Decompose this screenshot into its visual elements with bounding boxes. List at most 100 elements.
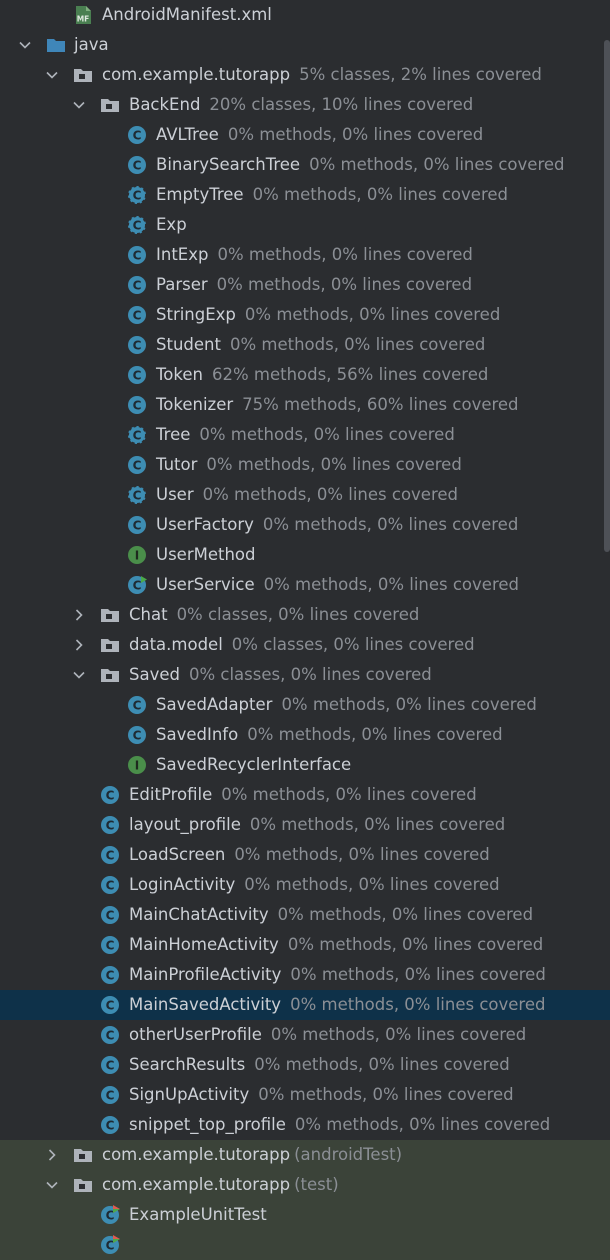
tree-node[interactable]: MF AndroidManifest.xml [0,0,610,30]
chevron-down-icon[interactable] [44,67,60,83]
coverage-stat: 20% classes, 10% lines covered [209,95,474,114]
tree-folder-node[interactable]: Chat 0% classes, 0% lines covered [0,600,610,630]
tree-node[interactable]: C MainChatActivity 0% methods, 0% lines co… [0,900,610,930]
coverage-stat: 0% methods, 0% lines covered [254,1055,510,1074]
node-name: Student [156,335,221,354]
coverage-stat: 5% classes, 2% lines covered [299,65,542,84]
coverage-stat: 0% methods, 0% lines covered [287,935,544,954]
tree-node[interactable]: C SavedInfo 0% methods, 0% lines covered [0,720,610,750]
tree-node[interactable]: C AVLTree 0% methods, 0% lines covered [0,120,610,150]
tree-node-label: Tutor 0% methods, 0% lines covered [156,455,462,475]
tree-folder-node[interactable]: data.model 0% classes, 0% lines covered [0,630,610,660]
package-icon [100,605,120,625]
tree-node[interactable]: I UserMethod [0,540,610,570]
tree-node[interactable]: C Exp [0,210,610,240]
tree-node-label: AndroidManifest.xml [102,5,272,25]
tree-node[interactable]: C EmptyTree 0% methods, 0% lines covered [0,180,610,210]
tree-node[interactable]: C LoginActivity 0% methods, 0% lines cover… [0,870,610,900]
tree-node[interactable]: C MainProfileActivity 0% methods, 0% lines… [0,960,610,990]
tree-node[interactable]: C Tutor 0% methods, 0% lines covered [0,450,610,480]
tree-node-label: MainSavedActivity 0% methods, 0% lines co… [129,995,545,1015]
svg-text:C: C [106,999,115,1013]
tree-node-label: User 0% methods, 0% lines covered [156,485,458,505]
coverage-stat: 0% methods, 0% lines covered [290,995,546,1014]
svg-text:C: C [106,1119,115,1133]
chevron-right-icon[interactable] [44,1147,60,1163]
chevron-down-icon[interactable] [71,97,87,113]
chevron-right-icon[interactable] [71,607,87,623]
node-name: otherUserProfile [129,1025,262,1044]
tree-node[interactable]: C SignUpActivity 0% methods, 0% lines cove… [0,1080,610,1110]
tree-node[interactable]: C LoadScreen 0% methods, 0% lines covered [0,840,610,870]
chevron-down-icon[interactable] [71,667,87,683]
tree-node[interactable]: Clayout_profile 0% methods, 0% lines cove… [0,810,610,840]
tree-node[interactable]: C Parser 0% methods, 0% lines covered [0,270,610,300]
coverage-stat: 62% methods, 56% lines covered [211,365,489,384]
tree-folder-node[interactable]: com.example.tutorapp (androidTest) [0,1140,610,1170]
tree-node-label: EmptyTree 0% methods, 0% lines covered [156,185,508,205]
node-name: SavedInfo [156,725,239,744]
tree-node[interactable]: I SavedRecyclerInterface [0,750,610,780]
class-icon: C [100,785,120,805]
coverage-stat: 0% methods, 0% lines covered [277,905,534,924]
tree-node-label: java [74,35,109,55]
tree-node[interactable]: C IntExp 0% methods, 0% lines covered [0,240,610,270]
node-name: com.example.tutorapp [102,65,291,84]
class-icon: C [100,965,120,985]
chevron-down-icon[interactable] [44,1177,60,1193]
tree-folder-node[interactable]: BackEnd 20% classes, 10% lines covered [0,90,610,120]
svg-text:C: C [133,579,142,593]
interface-icon: I [127,755,147,775]
class-icon: C [100,815,120,835]
node-name: Tutor [156,455,198,474]
svg-text:C: C [133,159,142,173]
tree-node[interactable]: C MainSavedActivity 0% methods, 0% lines c… [0,990,610,1020]
package-icon [73,65,93,85]
source-set-label: (test) [294,1175,339,1194]
tree-node[interactable]: C Student 0% methods, 0% lines covered [0,330,610,360]
chevron-down-icon[interactable] [17,37,33,53]
tree-folder-node[interactable]: com.example.tutorapp (test) [0,1170,610,1200]
svg-text:C: C [133,399,142,413]
tree-node[interactable]: C MainHomeActivity 0% methods, 0% lines co… [0,930,610,960]
node-name: data.model [129,635,223,654]
node-name: BackEnd [129,95,201,114]
svg-text:C: C [133,189,142,203]
tree-node[interactable]: C BinarySearchTree 0% methods, 0% lines co… [0,150,610,180]
svg-text:C: C [133,129,142,143]
tree-node[interactable]: C SearchResults 0% methods, 0% lines cover… [0,1050,610,1080]
coverage-stat: 0% methods, 0% lines covered [258,1085,514,1104]
svg-text:C: C [106,1059,115,1073]
coverage-stat: 0% methods, 0% lines covered [229,335,486,354]
chevron-right-icon[interactable] [71,637,87,653]
tree-node-label: data.model 0% classes, 0% lines covered [129,635,475,655]
tree-folder-node[interactable]: com.example.tutorapp 5% classes, 2% lines… [0,60,610,90]
tree-node[interactable]: C User 0% methods, 0% lines covered [0,480,610,510]
tree-node[interactable]: C Token 62% methods, 56% lines covered [0,360,610,390]
tree-node[interactable]: C ExampleUnitTest [0,1200,610,1230]
tree-node[interactable]: Csnippet_top_profile 0% methods, 0% lines… [0,1110,610,1140]
class-icon: C [127,275,147,295]
coverage-stat: 0% methods, 0% lines covered [217,245,473,264]
class-icon: C [100,1115,120,1135]
tree-node[interactable]: C Tokenizer 75% methods, 60% lines covered [0,390,610,420]
tree-node-label: SavedAdapter 0% methods, 0% lines covered [156,695,537,715]
tree-node[interactable]: C UserService 0% methods, 0% lines covered [0,570,610,600]
coverage-stat: 0% methods, 0% lines covered [294,1115,551,1134]
tree-node-label: com.example.tutorapp (androidTest) [102,1145,402,1165]
tree-folder-node[interactable]: Saved 0% classes, 0% lines covered [0,660,610,690]
tree-node[interactable]: C SavedAdapter 0% methods, 0% lines covere… [0,690,610,720]
tree-node[interactable]: C Tree 0% methods, 0% lines covered [0,420,610,450]
class-icon: C [100,995,120,1015]
tree-node[interactable]: C EditProfile 0% methods, 0% lines covered [0,780,610,810]
tree-folder-node[interactable]: java [0,30,610,60]
tree-node[interactable]: C [0,1230,610,1260]
coverage-stat: 0% methods, 0% lines covered [262,515,519,534]
tree-node[interactable]: C StringExp 0% methods, 0% lines covered [0,300,610,330]
tree-node[interactable]: C UserFactory 0% methods, 0% lines covered [0,510,610,540]
node-name: User [156,485,194,504]
coverage-stat: 0% classes, 0% lines covered [231,635,475,654]
node-name: Parser [156,275,208,294]
tree-node[interactable]: CotherUserProfile 0% methods, 0% lines co… [0,1020,610,1050]
tree-node-label: otherUserProfile 0% methods, 0% lines cov… [129,1025,526,1045]
